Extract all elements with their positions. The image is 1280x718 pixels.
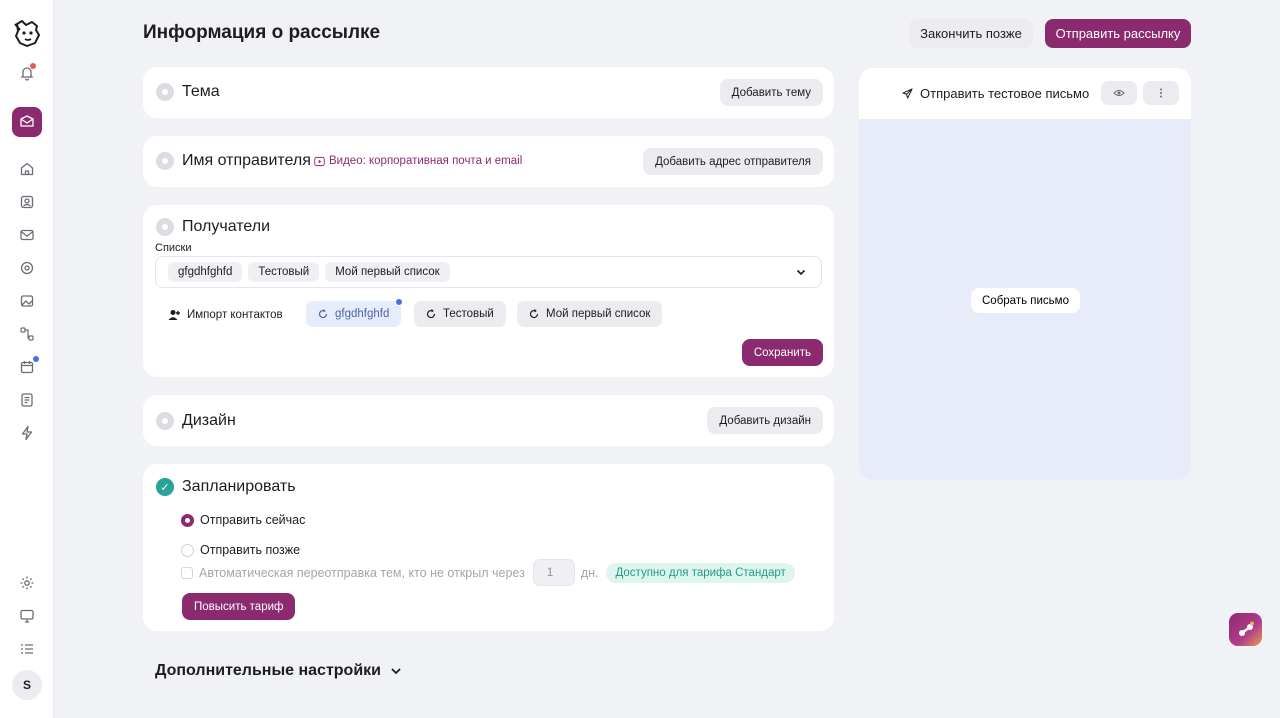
list-button-label: Мой первый список bbox=[546, 308, 651, 320]
more-vertical-icon bbox=[1160, 88, 1162, 98]
avatar[interactable]: S bbox=[12, 670, 42, 700]
home-icon[interactable] bbox=[12, 154, 42, 184]
selected-indicator-dot bbox=[395, 298, 404, 306]
auto-resend-row: Автоматическая переотправка тем, кто не … bbox=[181, 559, 795, 586]
design-card: Дизайн Добавить дизайн bbox=[143, 395, 834, 446]
document-icon[interactable] bbox=[12, 385, 42, 415]
design-title: Дизайн bbox=[182, 412, 236, 429]
preview-canvas: Собрать письмо bbox=[859, 119, 1191, 480]
notification-dot bbox=[30, 63, 36, 69]
lightning-icon[interactable] bbox=[12, 418, 42, 448]
chevron-down-icon bbox=[391, 668, 401, 675]
add-user-icon bbox=[168, 310, 180, 320]
selected-list-chip[interactable]: Мой первый список bbox=[325, 262, 450, 282]
finish-later-button[interactable]: Закончить позже bbox=[909, 19, 1033, 48]
list-icon[interactable] bbox=[12, 634, 42, 664]
lists-label: Списки bbox=[155, 242, 192, 254]
image-icon[interactable] bbox=[12, 286, 42, 316]
more-options-button[interactable] bbox=[1143, 81, 1179, 105]
calendar-dot bbox=[33, 356, 39, 362]
recipients-card: Получатели Списки gfgdhfghfd Тестовый Мо… bbox=[143, 205, 834, 377]
sender-title: Имя отправителя bbox=[182, 152, 311, 169]
schedule-title: Запланировать bbox=[182, 478, 296, 495]
step-status-icon bbox=[156, 412, 174, 430]
plan-badge: Доступно для тарифа Стандарт bbox=[606, 562, 795, 583]
send-campaign-button[interactable]: Отправить рассылку bbox=[1045, 19, 1191, 48]
campaigns-icon[interactable] bbox=[12, 107, 42, 137]
send-later-radio[interactable]: Отправить позже bbox=[181, 543, 300, 557]
bell-icon[interactable] bbox=[12, 58, 42, 88]
extra-settings-toggle[interactable]: Дополнительные настройки bbox=[155, 662, 402, 680]
schedule-card: ✓ Запланировать Отправить сейчас Отправи… bbox=[143, 464, 834, 631]
play-icon bbox=[314, 156, 325, 166]
days-unit-label: дн. bbox=[580, 565, 599, 580]
refresh-icon bbox=[529, 309, 539, 319]
send-now-label: Отправить сейчас bbox=[200, 513, 306, 527]
selected-list-chip[interactable]: gfgdhfghfd bbox=[168, 262, 243, 282]
add-sender-button[interactable]: Добавить адрес отправителя bbox=[643, 148, 823, 175]
import-contacts-button[interactable]: Импорт контактов bbox=[167, 308, 283, 322]
send-now-radio[interactable]: Отправить сейчас bbox=[181, 513, 305, 527]
recipients-title: Получатели bbox=[182, 218, 271, 235]
lists-select[interactable]: gfgdhfghfd Тестовый Мой первый список bbox=[155, 256, 822, 288]
calendar-icon[interactable] bbox=[12, 352, 42, 382]
refresh-icon bbox=[318, 309, 328, 319]
list-button-label: gfgdhfghfd bbox=[335, 308, 390, 320]
help-chat-icon[interactable] bbox=[1229, 613, 1262, 646]
page-title: Информация о рассылке bbox=[143, 22, 381, 43]
refresh-icon bbox=[426, 309, 436, 319]
step-status-icon bbox=[156, 218, 174, 236]
contacts-icon[interactable] bbox=[12, 187, 42, 217]
radio-unchecked-icon[interactable] bbox=[181, 543, 194, 557]
subject-card: Тема Добавить тему bbox=[143, 67, 834, 118]
preview-panel: Отправить тестовое письмо Собрать письмо bbox=[859, 68, 1191, 480]
envelope-icon[interactable] bbox=[12, 220, 42, 250]
video-link[interactable]: Видео: корпоративная почта и email bbox=[314, 155, 522, 167]
preview-eye-button[interactable] bbox=[1101, 81, 1137, 105]
check-icon: ✓ bbox=[156, 478, 174, 496]
settings-icon[interactable] bbox=[12, 568, 42, 598]
import-contacts-label: Импорт контактов bbox=[187, 309, 283, 321]
build-letter-button[interactable]: Собрать письмо bbox=[971, 288, 1080, 313]
subject-title: Тема bbox=[182, 83, 220, 100]
add-subject-button[interactable]: Добавить тему bbox=[719, 79, 823, 106]
target-icon[interactable] bbox=[12, 253, 42, 283]
flow-icon[interactable] bbox=[12, 319, 42, 349]
send-test-label: Отправить тестовое письмо bbox=[920, 86, 1090, 101]
paper-plane-icon bbox=[902, 88, 913, 99]
upgrade-plan-button[interactable]: Повысить тариф bbox=[182, 593, 296, 620]
selected-list-chip[interactable]: Тестовый bbox=[248, 262, 320, 282]
list-button-first-list[interactable]: Мой первый список bbox=[517, 301, 663, 327]
send-test-button[interactable]: Отправить тестовое письмо bbox=[902, 86, 1089, 101]
chevron-down-icon[interactable] bbox=[795, 266, 807, 278]
sender-card: Имя отправителя Видео: корпоративная поч… bbox=[143, 136, 834, 187]
save-button[interactable]: Сохранить bbox=[741, 339, 823, 366]
resend-days-input[interactable]: 1 bbox=[532, 559, 575, 586]
list-button-testovyi[interactable]: Тестовый bbox=[414, 301, 506, 327]
step-status-icon bbox=[156, 83, 174, 101]
video-link-label: Видео: корпоративная почта и email bbox=[329, 155, 523, 167]
monitor-icon[interactable] bbox=[12, 601, 42, 631]
eye-icon bbox=[1113, 90, 1125, 96]
add-design-button[interactable]: Добавить дизайн bbox=[707, 407, 823, 434]
extra-settings-label: Дополнительные настройки bbox=[155, 662, 381, 679]
sidebar: S bbox=[0, 0, 54, 718]
list-button-label: Тестовый bbox=[443, 308, 494, 320]
preview-toolbar: Отправить тестовое письмо bbox=[859, 68, 1191, 119]
list-button-gfgdhfghfd[interactable]: gfgdhfghfd bbox=[306, 298, 404, 327]
logo-dog-icon[interactable] bbox=[10, 16, 44, 50]
step-status-icon bbox=[156, 152, 174, 170]
auto-resend-checkbox[interactable] bbox=[181, 566, 193, 579]
send-later-label: Отправить позже bbox=[200, 543, 301, 557]
auto-resend-label: Автоматическая переотправка тем, кто не … bbox=[199, 565, 525, 580]
radio-checked-icon[interactable] bbox=[181, 513, 194, 527]
